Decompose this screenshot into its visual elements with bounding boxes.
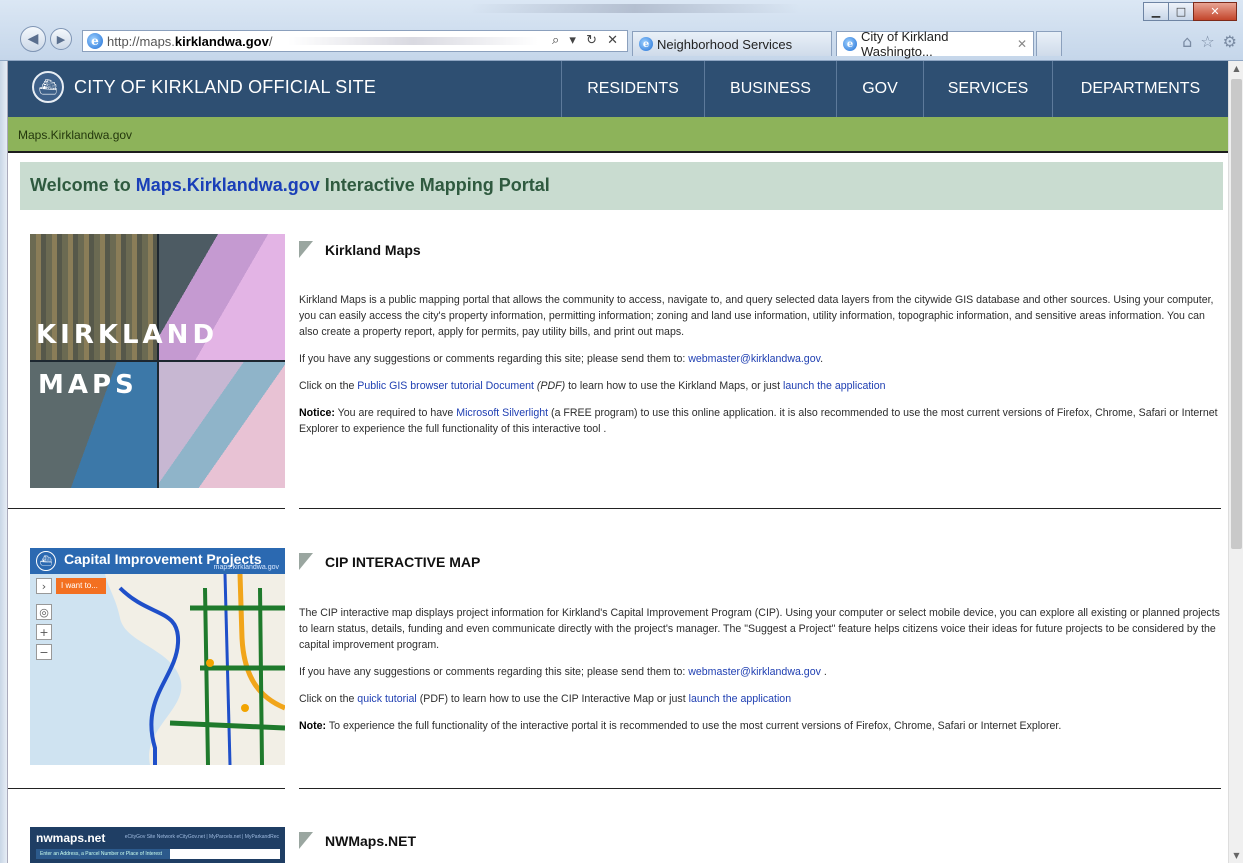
page-title: Welcome to Maps.Kirklandwa.gov Interacti… — [30, 175, 550, 195]
close-window-button[interactable]: ✕ — [1193, 2, 1237, 21]
section-body-kirkland-maps: Kirkland Maps is a public mapping portal… — [299, 292, 1221, 448]
section-title[interactable]: NWMaps.NET — [325, 833, 416, 849]
locate-icon: ◎ — [36, 604, 52, 620]
breadcrumb[interactable]: Maps.Kirklandwa.gov — [18, 128, 132, 142]
quick-tutorial-link[interactable]: quick tutorial — [357, 693, 416, 705]
nav-gov[interactable]: GOV — [836, 61, 923, 117]
home-icon[interactable]: ⌂ — [1182, 32, 1192, 51]
thumbnail-word-kirkland: KIRKLAND — [36, 320, 219, 350]
browser-toolbar: ⌂ ☆ ⚙ — [1182, 32, 1237, 51]
zoom-out-icon: − — [36, 644, 52, 660]
section-description: Kirkland Maps is a public mapping portal… — [299, 294, 1214, 338]
section-flag-icon — [299, 832, 313, 849]
kirkland-maps-thumbnail[interactable]: KIRKLAND MAPS — [30, 234, 285, 488]
settings-gear-icon[interactable]: ⚙ — [1223, 32, 1237, 51]
webmaster-email-link[interactable]: webmaster@kirklandwa.gov — [688, 353, 820, 365]
forward-button[interactable]: ▶ — [50, 28, 72, 50]
silverlight-link[interactable]: Microsoft Silverlight — [456, 407, 548, 419]
tab-label: City of Kirkland Washingto... — [861, 29, 949, 59]
minimize-button[interactable]: ▁ — [1143, 2, 1169, 21]
page-viewport: ⛴ CITY OF KIRKLAND OFFICIAL SITE RESIDEN… — [8, 61, 1228, 863]
thumbnail-word-maps: MAPS — [38, 370, 138, 400]
back-arrow-icon: ◀ — [27, 31, 39, 47]
nwmaps-thumbnail-brand: nwmaps.net — [36, 831, 106, 845]
top-navigation: RESIDENTS BUSINESS GOV SERVICES DEPARTME… — [561, 61, 1228, 117]
city-seal-icon: ⛴ — [36, 551, 56, 571]
tutorial-link[interactable]: Public GIS browser tutorial Document — [357, 380, 534, 392]
zoom-in-icon: + — [36, 624, 52, 640]
new-tab-button[interactable] — [1036, 31, 1062, 56]
divider — [8, 788, 285, 789]
ie-icon: e — [639, 37, 653, 51]
ie-icon: e — [87, 33, 103, 49]
nav-departments[interactable]: DEPARTMENTS — [1052, 61, 1228, 117]
tutorial-paragraph: Click on the quick tutorial (PDF) to lea… — [299, 693, 792, 705]
site-header: ⛴ CITY OF KIRKLAND OFFICIAL SITE RESIDEN… — [8, 61, 1228, 117]
webmaster-email-link[interactable]: webmaster@kirklandwa.gov — [688, 666, 821, 678]
i-want-to-button: I want to... — [56, 578, 106, 594]
expand-chevron-icon: › — [36, 578, 52, 594]
section-title[interactable]: Kirkland Maps — [325, 242, 421, 258]
forward-arrow-icon: ▶ — [56, 32, 66, 46]
launch-application-link[interactable]: launch the application — [783, 380, 885, 392]
section-heading-nwmaps: NWMaps.NET — [299, 832, 416, 849]
notice-paragraph: Notice: You are required to have Microso… — [299, 407, 1218, 435]
ie-icon: e — [843, 37, 857, 51]
section-body-cip: The CIP interactive map displays project… — [299, 605, 1221, 745]
favorites-star-icon[interactable]: ☆ — [1200, 32, 1214, 51]
address-blur — [288, 37, 539, 45]
city-seal-icon[interactable]: ⛴ — [32, 71, 64, 103]
tutorial-paragraph: Click on the Public GIS browser tutorial… — [299, 380, 886, 392]
address-bar[interactable]: e http://maps.kirklandwa.gov/ ⌕ ▾ ↻ ✕ — [82, 30, 628, 52]
note-paragraph: Note: To experience the full functionali… — [299, 720, 1062, 732]
url-text: http://maps.kirklandwa.gov/ — [107, 33, 273, 49]
window-controls: ▁ □ ✕ — [1143, 2, 1237, 21]
scrollbar-thumb[interactable] — [1231, 79, 1242, 549]
nav-services[interactable]: SERVICES — [923, 61, 1052, 117]
section-description: The CIP interactive map displays project… — [299, 607, 1220, 651]
launch-application-link[interactable]: launch the application — [689, 693, 791, 705]
section-heading-cip: CIP INTERACTIVE MAP — [299, 553, 480, 570]
cip-thumbnail-subtitle: maps.kirklandwa.gov — [213, 564, 279, 571]
divider — [8, 508, 285, 509]
maximize-button[interactable]: □ — [1168, 2, 1194, 21]
nwmaps-thumbnail-search-label: Enter an Address, a Parcel Number or Pla… — [36, 849, 186, 859]
nav-business[interactable]: BUSINESS — [704, 61, 836, 117]
welcome-banner: Welcome to Maps.Kirklandwa.gov Interacti… — [20, 162, 1223, 210]
nwmaps-thumbnail-links: eCityGov Site Network eCityGov.net | MyP… — [124, 834, 279, 840]
back-button[interactable]: ◀ — [20, 26, 46, 52]
tab-neighborhood-services[interactable]: e Neighborhood Services — [632, 31, 832, 56]
nwmaps-thumbnail[interactable]: nwmaps.net eCityGov Site Network eCityGo… — [30, 827, 285, 863]
site-title[interactable]: CITY OF KIRKLAND OFFICIAL SITE — [74, 77, 376, 98]
window-title-blur — [470, 4, 800, 13]
cip-thumbnail-header: ⛴ Capital Improvement Projects maps.kirk… — [30, 548, 285, 574]
divider — [299, 788, 1221, 789]
portal-link[interactable]: Maps.Kirklandwa.gov — [136, 175, 320, 195]
section-heading-kirkland-maps: Kirkland Maps — [299, 241, 421, 258]
nwmaps-thumbnail-search-box — [170, 849, 280, 859]
section-title[interactable]: CIP INTERACTIVE MAP — [325, 554, 480, 570]
scroll-up-icon[interactable]: ▲ — [1229, 61, 1243, 76]
contact-paragraph: If you have any suggestions or comments … — [299, 353, 824, 365]
section-flag-icon — [299, 553, 313, 570]
vertical-scrollbar[interactable]: ▲ ▼ — [1228, 61, 1243, 863]
window-left-frame — [0, 61, 8, 863]
nav-residents[interactable]: RESIDENTS — [561, 61, 704, 117]
tab-label: Neighborhood Services — [657, 36, 793, 52]
tab-city-of-kirkland[interactable]: e City of Kirkland Washingto... ✕ — [836, 29, 1034, 59]
section-flag-icon — [299, 241, 313, 258]
scroll-down-icon[interactable]: ▼ — [1229, 848, 1243, 863]
contact-paragraph: If you have any suggestions or comments … — [299, 666, 827, 678]
breadcrumb-bar: Maps.Kirklandwa.gov — [8, 117, 1228, 153]
divider — [299, 508, 1221, 509]
browser-chrome: ▁ □ ✕ ◀ ▶ e http://maps.kirklandwa.gov/ … — [0, 0, 1243, 61]
tab-close-icon[interactable]: ✕ — [1017, 37, 1027, 51]
cip-map-thumbnail[interactable]: ⛴ Capital Improvement Projects maps.kirk… — [30, 548, 285, 765]
address-tools[interactable]: ⌕ ▾ ↻ ✕ — [552, 33, 621, 48]
